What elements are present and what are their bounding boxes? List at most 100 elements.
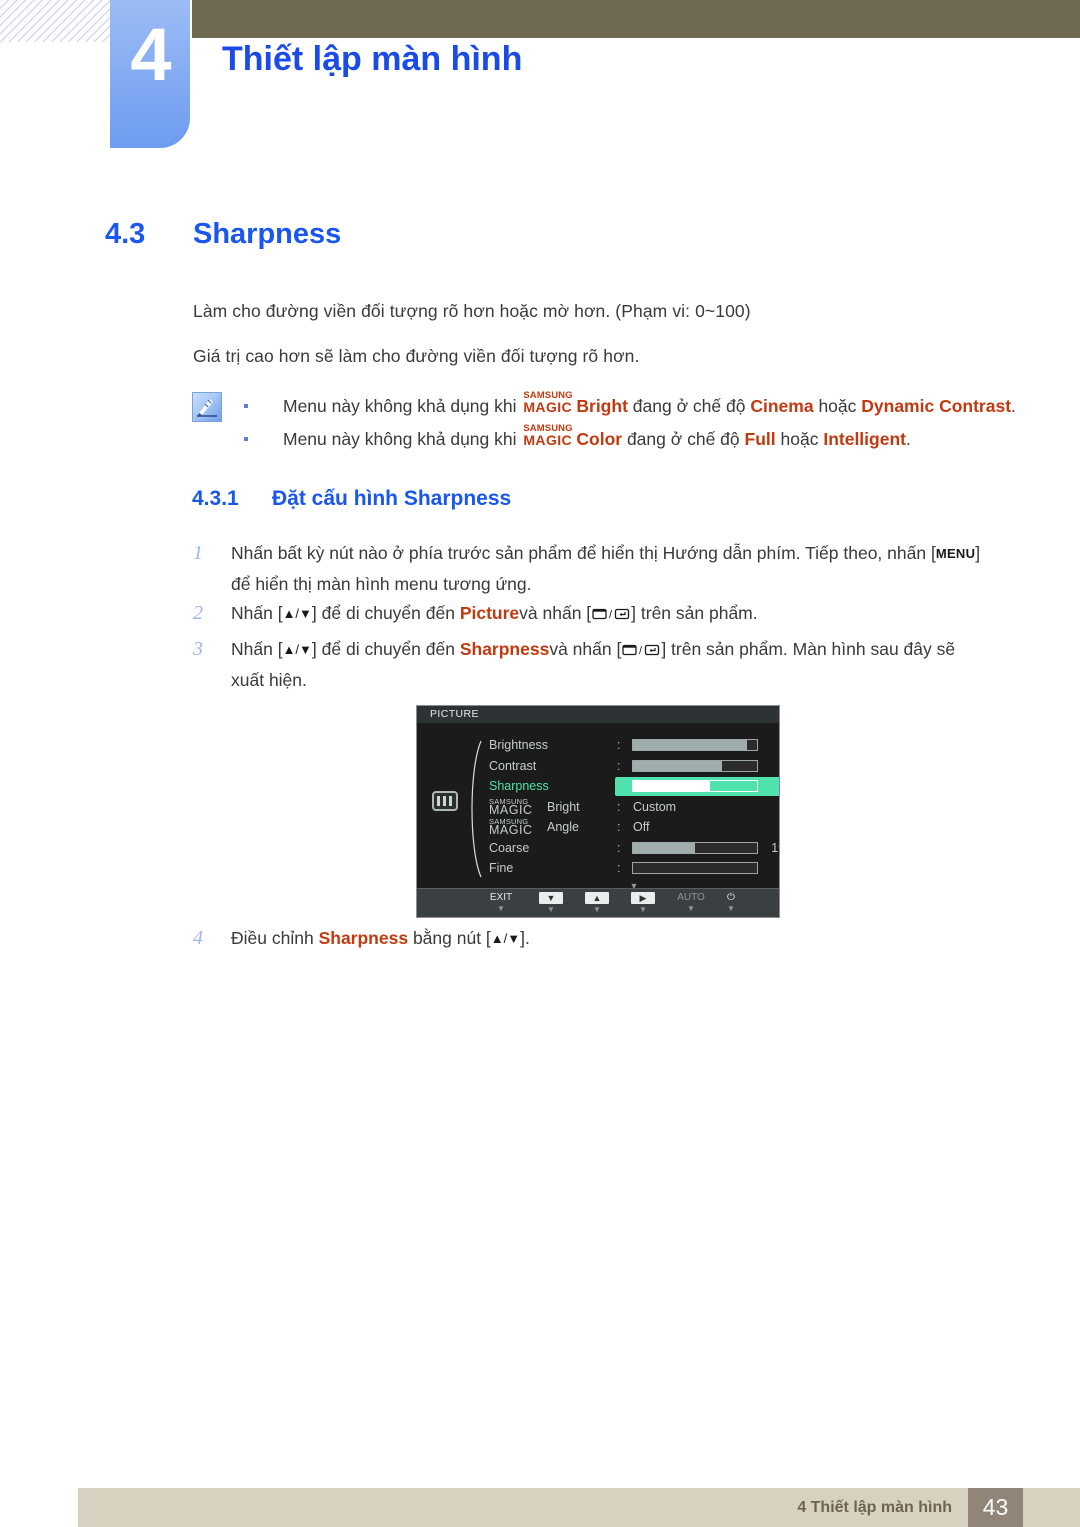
osd-title: PICTURE (417, 706, 779, 723)
osd-body: Brightness : 100 Contrast : 75 Sharpness (417, 723, 779, 891)
step-text: Nhấn [▲/▼] để di chuyển đến Picturevà nh… (193, 598, 1023, 629)
note-item: Menu này không khả dụng khi SAMSUNG MAGI… (240, 390, 1030, 423)
osd-slider[interactable] (632, 862, 758, 874)
step-part-a: Điều chỉnh (231, 928, 314, 948)
step-part-b: ] để di chuyển đến (311, 603, 455, 623)
svg-text:/: / (639, 645, 643, 656)
osd-bracket-decoration (471, 740, 482, 878)
note-prefix: Menu này không khả dụng khi (283, 429, 517, 449)
step-part-c: và nhấn [ (549, 639, 622, 659)
hatch-decoration (0, 0, 120, 42)
step-part-c: ]. (520, 928, 530, 948)
osd-slider[interactable] (632, 739, 758, 751)
note-list: Menu này không khả dụng khi SAMSUNG MAGI… (240, 390, 1030, 456)
power-icon: ⏻ (727, 892, 735, 903)
osd-colon: : (617, 738, 621, 752)
step-line-2: để hiển thị màn hình menu tương ứng. (231, 574, 532, 594)
step-part-c: và nhấn [ (519, 603, 592, 623)
step-part-b: ] để di chuyển đến (311, 639, 455, 659)
note-value-2: Dynamic Contrast (861, 396, 1012, 416)
osd-value: 60 (765, 776, 779, 797)
menu-keycap: MENU (935, 546, 976, 561)
chapter-number: 4 (130, 13, 171, 96)
footer-chapter-label: 4 Thiết lập màn hình (797, 1499, 952, 1516)
subsection-number: 4.3.1 (192, 487, 239, 510)
step-part-d: ] trên sản phẩm. Màn hình sau đây sẽ (661, 639, 956, 659)
step-index: 4 (193, 927, 203, 949)
bullet-dot (244, 437, 248, 441)
osd-magic-logo-bottom: MAGIC (489, 823, 533, 837)
osd-value: 0 (765, 858, 779, 879)
picture-mode-icon (432, 791, 458, 811)
magic-logo-suffix: Bright (576, 396, 628, 416)
step-index: 3 (193, 638, 203, 660)
osd-label: Brightness (489, 738, 549, 752)
note-middle: đang ở chế độ (626, 429, 740, 449)
osd-row-fine[interactable]: Fine : 0 (489, 858, 779, 879)
updown-arrow-keys: ▲/▼ (282, 606, 312, 621)
osd-row-magic-bright[interactable]: SAMSUNG MAGIC Bright : Custom (489, 797, 779, 818)
step-bold-term: Sharpness (318, 928, 409, 948)
osd-footer-bar: EXIT ▼ ▼ ▼ ▲ ▼ ▶ ▼ AUTO ▼ ⏻ ▼ (417, 888, 779, 917)
footer-page-number: 43 (968, 1488, 1023, 1527)
osd-slider[interactable] (632, 841, 758, 854)
osd-key-power[interactable]: ⏻ ▼ (713, 892, 749, 914)
osd-samsung-magic-logo: SAMSUNG MAGIC (489, 797, 545, 818)
note-middle: đang ở chế độ (632, 396, 746, 416)
magic-logo-suffix: Color (576, 429, 623, 449)
chapter-badge: 4 (110, 0, 190, 148)
osd-key-auto[interactable]: AUTO ▼ (665, 892, 717, 914)
osd-picture-menu: PICTURE Brightness : 100 Contrast (416, 705, 780, 918)
osd-key-label: ▲ (571, 892, 623, 905)
osd-key-sub: ▼ (593, 905, 601, 914)
step-text: Nhấn [▲/▼] để di chuyển đến Sharpnessvà … (193, 634, 1023, 695)
osd-magic-logo-bottom: MAGIC (489, 802, 533, 817)
osd-label: Bright (547, 799, 580, 814)
chapter-title: Thiết lập màn hình (222, 40, 523, 78)
osd-label: Coarse (489, 840, 530, 855)
bullet-dot (244, 404, 248, 408)
source-enter-icons: / (592, 599, 630, 629)
step-index: 1 (193, 542, 203, 564)
subsection-title: Đặt cấu hình Sharpness (272, 487, 512, 510)
osd-key-enter[interactable]: ▶ ▼ (617, 892, 669, 915)
paragraph-description-higher: Giá trị cao hơn sẽ làm cho đường viền đố… (193, 346, 640, 366)
note-value-1: Cinema (750, 396, 814, 416)
osd-key-sub: ▼ (547, 905, 555, 914)
osd-key-down[interactable]: ▼ ▼ (525, 892, 577, 915)
step-item: 1 Nhấn bất kỳ nút nào ở phía trước sản p… (193, 538, 1023, 599)
note-item: Menu này không khả dụng khi SAMSUNG MAGI… (240, 423, 1030, 456)
note-conj: hoặc (780, 429, 819, 449)
note-end: . (1011, 396, 1016, 416)
osd-key-label: EXIT (489, 892, 513, 903)
step-bold-term: Sharpness (459, 639, 550, 659)
note-value-1: Full (744, 429, 776, 449)
osd-label: Sharpness (489, 779, 549, 793)
osd-slider[interactable] (632, 780, 758, 792)
osd-slider[interactable] (632, 759, 758, 772)
step-part-b: bằng nút [ (412, 928, 491, 948)
osd-key-exit[interactable]: EXIT ▼ (475, 892, 527, 914)
osd-row-sharpness[interactable]: Sharpness : 60 (489, 776, 779, 797)
step-item: 3 Nhấn [▲/▼] để di chuyển đến Sharpnessv… (193, 634, 1023, 695)
svg-text:/: / (609, 609, 613, 620)
paragraph-description-range: Làm cho đường viền đối tượng rõ hơn hoặc… (193, 301, 751, 321)
osd-samsung-magic-logo: SAMSUNG MAGIC (489, 817, 545, 838)
source-enter-icons: / (622, 635, 660, 665)
osd-row-magic-angle[interactable]: SAMSUNG MAGIC Angle : Off (489, 817, 779, 838)
section-heading: 4.3 Sharpness (105, 218, 341, 251)
step-text: Nhấn bất kỳ nút nào ở phía trước sản phẩ… (193, 538, 1023, 599)
osd-row-coarse[interactable]: Coarse : 1936 (489, 838, 779, 859)
step-text: Điều chỉnh Sharpness bằng nút [▲/▼]. (193, 923, 1023, 954)
osd-label: Contrast (489, 758, 537, 773)
osd-value: Custom (633, 799, 677, 814)
samsung-magic-logo: SAMSUNG MAGIC (523, 391, 575, 415)
step-item: 4 Điều chỉnh Sharpness bằng nút [▲/▼]. (193, 923, 1023, 954)
osd-row-contrast[interactable]: Contrast : 75 (489, 756, 779, 777)
osd-colon: : (617, 758, 621, 773)
osd-row-brightness[interactable]: Brightness : 100 (489, 735, 779, 756)
magic-logo-bottom: MAGIC (523, 399, 573, 415)
note-pencil-icon (192, 392, 222, 422)
osd-key-up[interactable]: ▲ ▼ (571, 892, 623, 915)
note-end: . (905, 429, 911, 449)
